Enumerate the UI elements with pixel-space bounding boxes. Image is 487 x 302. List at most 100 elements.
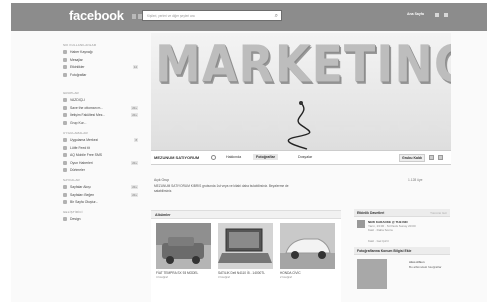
sidebar-item-icon xyxy=(63,98,67,102)
sidebar-item-label: Bir Sayfa Oluştur... xyxy=(70,200,99,204)
event-thumbnail[interactable] xyxy=(357,220,365,228)
sidebar-item-label: Design xyxy=(70,217,81,221)
sidebar-item[interactable]: İletişim Fakültesi Mez... 20+ xyxy=(63,112,138,119)
sidebar-item[interactable]: Haber Kaynağı xyxy=(63,49,138,56)
person-text: Bu albümdeki fotoğraflar xyxy=(409,265,442,269)
sidebar-item[interactable]: Uygulama Merkezi 8 xyxy=(63,137,138,144)
sidebar-item[interactable]: Oyun Haberleri 20+ xyxy=(63,160,138,167)
home-link[interactable]: Ana Sayfa xyxy=(407,12,424,16)
sidebar-item-label: Save the ottoman m... xyxy=(70,105,104,110)
sidebar-item-icon xyxy=(63,105,67,110)
facebook-logo[interactable]: facebook xyxy=(69,8,124,23)
sidebar-item-icon xyxy=(63,113,67,117)
albums-header: Albümler xyxy=(151,211,341,219)
sidebar-item[interactable]: VAZDIÇLI xyxy=(63,97,138,104)
search-icon[interactable]: ⌕ xyxy=(275,13,278,20)
album-thumb-fiat[interactable] xyxy=(156,223,211,269)
sidebar-item-label: Uygulama Merkezi xyxy=(70,138,99,142)
album-thumb-honda[interactable] xyxy=(280,223,335,269)
add-location-title: Fotoğraflarına Konum Bilgisi Ekle xyxy=(357,249,412,253)
sidebar-section-title: UYGULAMALAR xyxy=(63,131,88,135)
sidebar-item[interactable]: Save the ottoman m... 20+ xyxy=(63,105,138,112)
sidebar-item-icon xyxy=(63,192,67,197)
sidebar-item-label: Grup Kur... xyxy=(70,120,87,125)
sidebar-item-icon xyxy=(63,200,67,204)
sidebar-item-label: Haber Kaynağı xyxy=(70,50,93,54)
event-actions[interactable]: Katıl · Daha Sonra xyxy=(368,228,448,232)
events-title: Etkinlik Davetleri xyxy=(357,211,385,215)
sidebar-item-icon xyxy=(63,120,67,125)
search-input[interactable]: Kişileri, yerleri ve diğer şeyleri ara ⌕ xyxy=(142,10,282,21)
sidebar-item[interactable]: Fotoğraflar xyxy=(63,72,138,79)
sidebar-item-icon xyxy=(63,65,67,69)
sidebar-item-label: Mesajlar xyxy=(70,57,83,62)
sidebar-item-label: Oyun Haberleri xyxy=(70,160,93,165)
sidebar-item-count: 14 xyxy=(132,65,138,69)
sidebar-item-icon xyxy=(63,185,67,189)
album-count: 4 fotoğraf xyxy=(156,275,168,279)
albums-box: Albümler FİAT TEMPRA SX 93 MODEL 4 fotoğ… xyxy=(151,210,341,302)
event-actions-2[interactable]: Katıl · Gel Çık'ir xyxy=(368,239,448,243)
sidebar-item-icon xyxy=(63,160,67,165)
tab-about[interactable]: Hakkında xyxy=(225,155,242,159)
sidebar-item-icon xyxy=(63,72,67,77)
sidebar-item-icon xyxy=(63,168,67,172)
search-group-icon[interactable] xyxy=(438,155,443,160)
sidebar-section-title: GRUPLAR xyxy=(63,91,79,95)
friend-requests-icon[interactable] xyxy=(132,14,136,19)
sidebar-section-title: GELİŞTİRİCİ xyxy=(63,210,83,214)
public-group-icon xyxy=(211,155,216,160)
sidebar-item[interactable]: Bir Sayfa Oluştur... xyxy=(63,199,138,206)
album-label-dell[interactable]: SATILIK Dell N4110 İ5 - 14000TL 3 fotoğr… xyxy=(218,271,276,279)
sidebar-item[interactable]: Design xyxy=(63,216,138,223)
cover-cable-graphic xyxy=(287,101,311,150)
album-thumb-dell[interactable] xyxy=(218,223,273,269)
sidebar-item-label: Sayfalar Akışı xyxy=(70,185,91,189)
sidebar-section-title: SIK KULLANILANLAR xyxy=(63,43,97,47)
gear-icon[interactable] xyxy=(429,155,434,160)
group-name[interactable]: MEZUNUM SATIYORUM xyxy=(154,155,199,160)
sidebar-item-label: Sayfaları Beğen xyxy=(70,192,95,197)
events-see-all-link[interactable]: Tümünü Gör xyxy=(430,211,447,215)
find-friends-icon[interactable] xyxy=(435,13,439,17)
tab-files[interactable]: Dosyalar xyxy=(297,155,313,159)
sidebar-item-icon xyxy=(63,145,67,150)
sidebar-item-icon xyxy=(63,57,67,62)
honda-photo xyxy=(280,223,335,269)
album-label-fiat[interactable]: FİAT TEMPRA SX 93 MODEL 4 fotoğraf xyxy=(156,271,214,279)
sidebar-item-label: Dürtmeler xyxy=(70,168,85,172)
location-photo-thumb[interactable] xyxy=(357,259,387,289)
sidebar-item-label: Fotoğraflar xyxy=(70,72,87,77)
sidebar-item-count: 20+ xyxy=(131,105,138,110)
album-label-honda[interactable]: HONDA CİVİC 2 fotoğraf xyxy=(280,271,338,279)
album-count: 2 fotoğraf xyxy=(280,275,292,279)
tab-photos[interactable]: Fotoğraflar xyxy=(253,154,278,160)
sidebar-item[interactable]: Dürtmeler xyxy=(63,167,138,174)
sidebar-item[interactable]: Etkinlikler 14 xyxy=(63,64,138,71)
group-name-bar: MEZUNUM SATIYORUM Hakkında Fotoğraflar D… xyxy=(151,151,451,165)
sidebar-item[interactable]: AQ Mobile Free SMS xyxy=(63,152,138,159)
sidebar-item-icon xyxy=(63,153,67,157)
sidebar-item-count: 20+ xyxy=(131,192,138,197)
sidebar-item-count: 20+ xyxy=(131,113,138,117)
member-count[interactable]: 1.128 üye xyxy=(408,178,422,182)
settings-icon[interactable] xyxy=(444,13,448,17)
facebook-window: facebook Kişileri, yerleri ve diğer şeyl… xyxy=(11,3,487,302)
sidebar-item[interactable]: Sayfaları Beğen 20+ xyxy=(63,192,138,199)
sidebar-item[interactable]: Sayfalar Akışı 20+ xyxy=(63,184,138,191)
add-location-header: Fotoğraflarına Konum Bilgisi Ekle xyxy=(354,247,450,255)
sidebar-item[interactable]: Lütfe Feed tit xyxy=(63,145,138,152)
events-header: Etkinlik Davetleri Tümünü Gör xyxy=(354,209,450,217)
sidebar-item[interactable]: Grup Kur... xyxy=(63,120,138,127)
group-description: MEZUNUM SATIYORUM KİBRIS grubunda 1st ve… xyxy=(154,184,289,193)
sidebar-section-title: SAYFALAR xyxy=(63,178,80,182)
person-name[interactable]: Ailos Albion xyxy=(409,260,449,264)
sidebar-item-label: VAZDIÇLI xyxy=(70,98,86,102)
cover-photo[interactable]: MARKETING MARKETING xyxy=(151,33,451,151)
sidebar-item-icon xyxy=(63,138,67,142)
sidebar-item-label: AQ Mobile Free SMS xyxy=(70,153,103,157)
group-settings-button[interactable]: Grubu Kaldı xyxy=(399,154,426,162)
privacy-label: Açık Grup xyxy=(154,178,170,182)
sidebar-item[interactable]: Mesajlar xyxy=(63,57,138,64)
sidebar-item-count: 8 xyxy=(134,138,138,142)
